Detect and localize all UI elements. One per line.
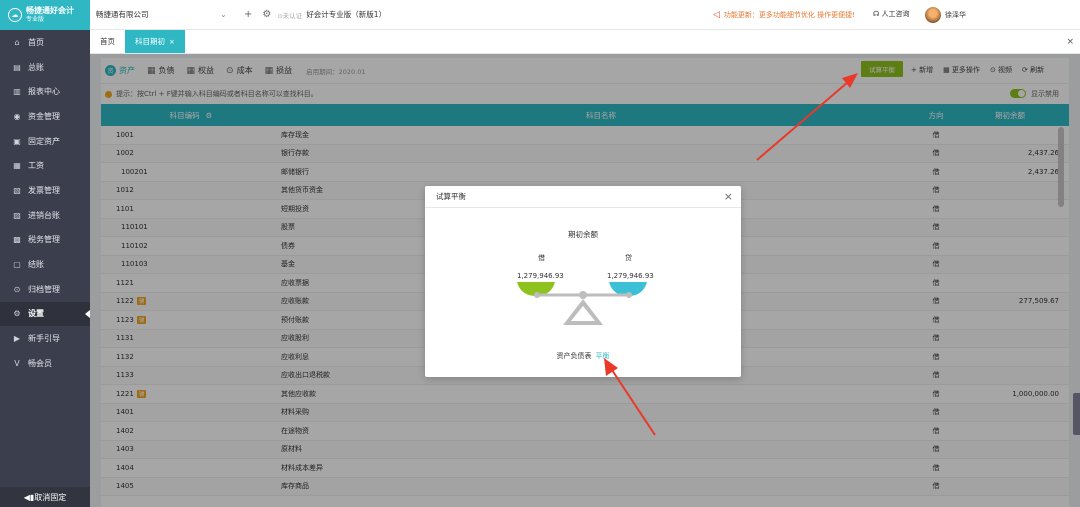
annotation-arrowhead-to-status	[604, 358, 618, 376]
annotation-arrows	[604, 73, 858, 436]
annotation-arrow-to-status	[611, 369, 656, 436]
annotation-arrow-to-button	[756, 81, 849, 161]
app: ☁ 畅捷通好会计 专业版 ⌂ 首页 ▤ 总账 ▥ 报表中心 ◉ 资金管理 ▣ 固定资产 ▦ 工资 ▧ 发票…	[0, 0, 1080, 507]
